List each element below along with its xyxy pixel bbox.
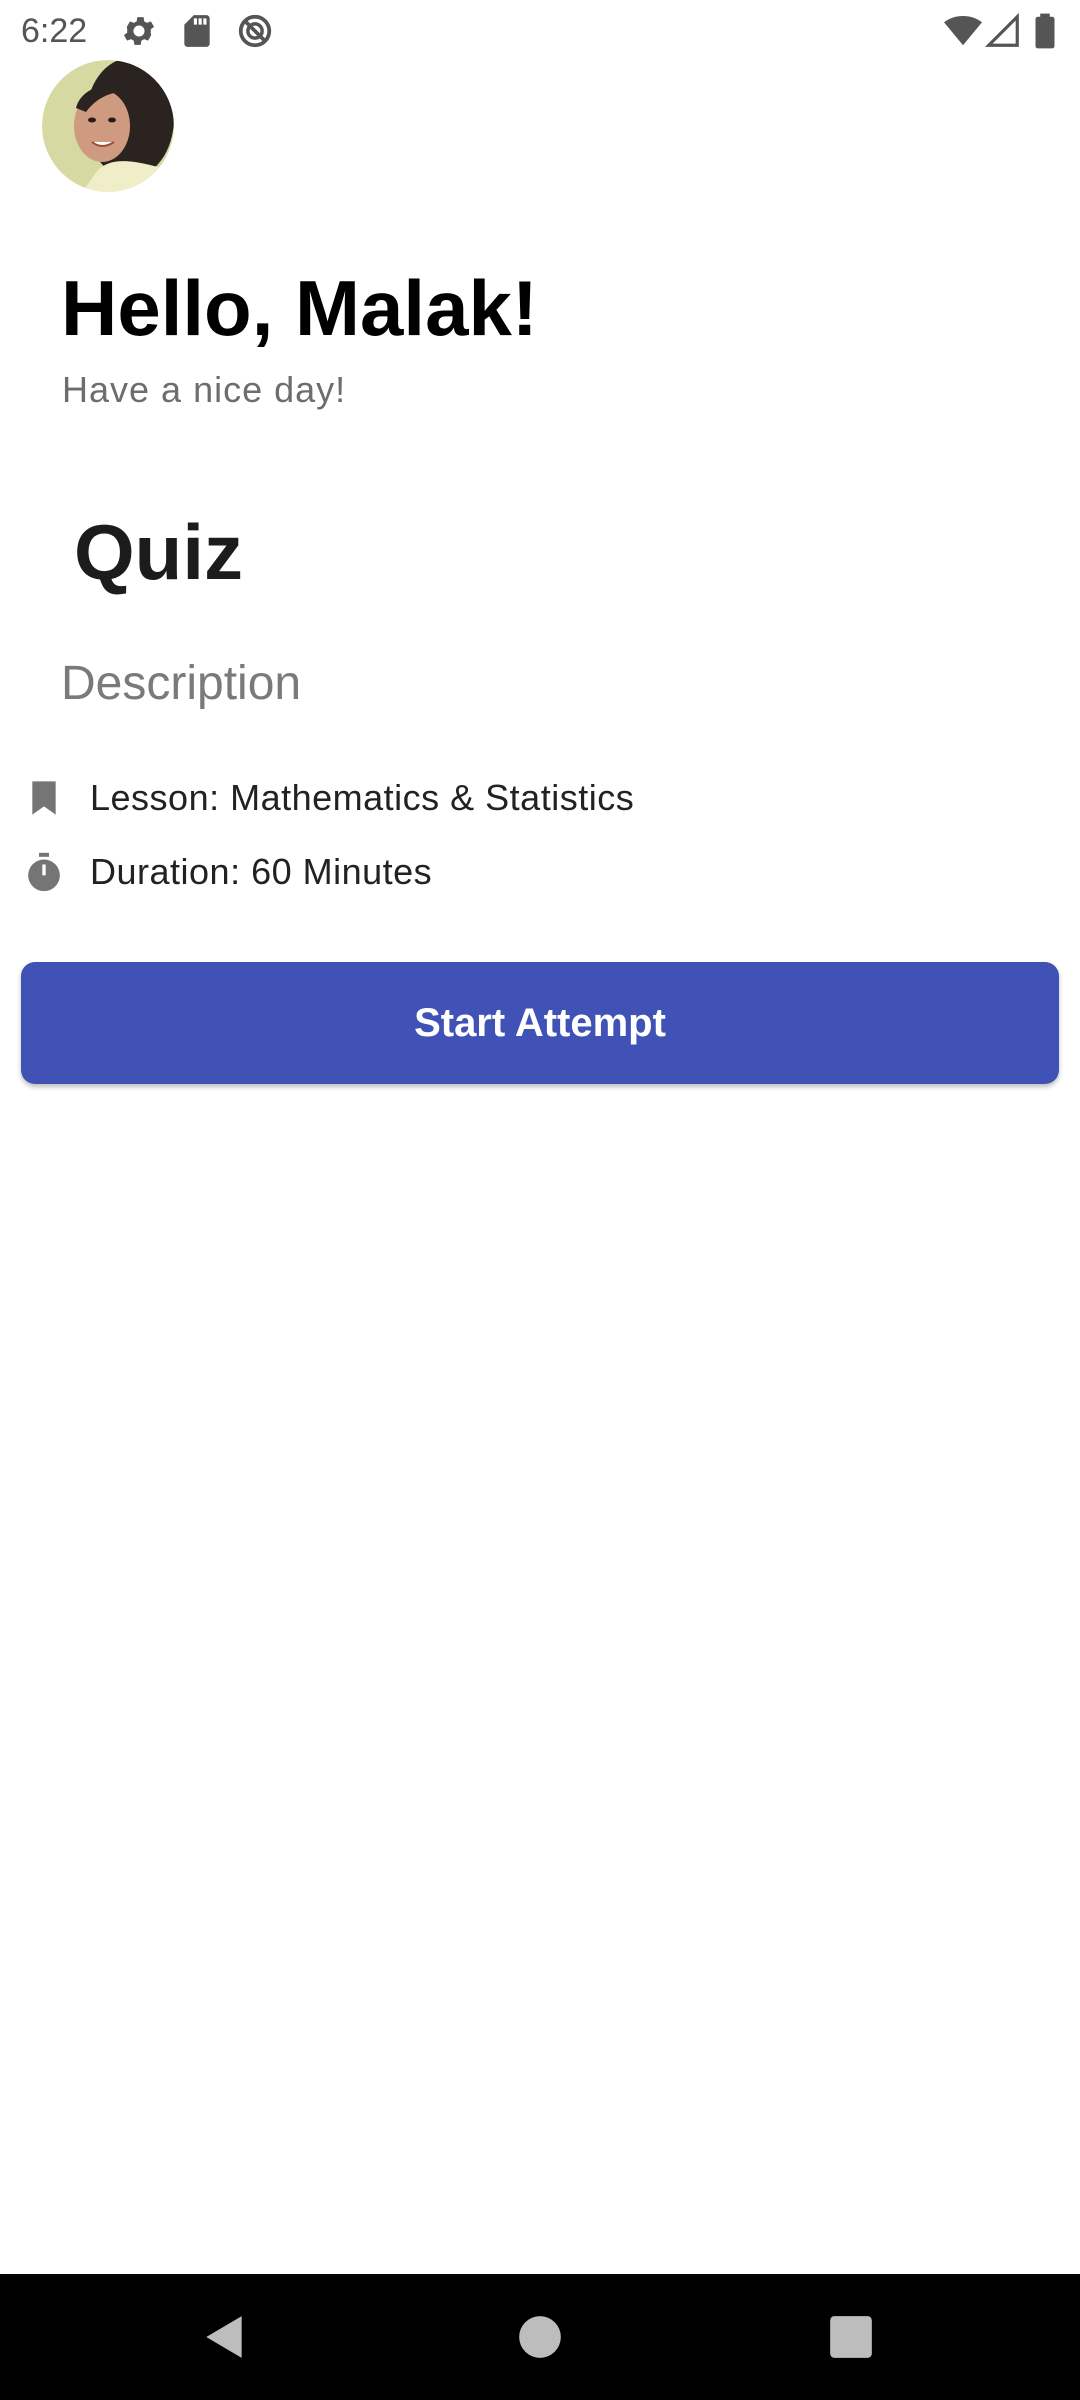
navigation-bar — [0, 2274, 1080, 2400]
home-icon[interactable] — [515, 2312, 565, 2362]
status-bar: 6:22 — [0, 0, 1080, 62]
duration-label: Duration: 60 Minutes — [90, 851, 433, 892]
avatar[interactable] — [42, 60, 174, 192]
lesson-row: Lesson: Mathematics & Statistics — [24, 770, 634, 826]
greeting-title: Hello, Malak! — [61, 264, 538, 352]
sd-card-icon — [178, 12, 216, 50]
no-disturb-icon — [236, 12, 274, 50]
bookmark-icon — [24, 778, 64, 818]
back-icon[interactable] — [200, 2312, 250, 2362]
battery-icon — [1030, 12, 1060, 50]
timer-icon — [24, 852, 64, 892]
start-attempt-button[interactable]: Start Attempt — [21, 962, 1059, 1084]
recents-icon[interactable] — [826, 2312, 876, 2362]
quiz-description: Description — [61, 657, 302, 710]
wifi-icon — [944, 12, 982, 50]
quiz-title: Quiz — [74, 508, 243, 596]
signal-icon — [984, 12, 1022, 50]
status-time: 6:22 — [21, 12, 88, 50]
lesson-label: Lesson: Mathematics & Statistics — [90, 777, 635, 818]
gear-icon — [120, 12, 158, 50]
screen: 6:22 Hello, Malak! Have a nice day! Quiz… — [0, 0, 1080, 2400]
greeting-subtitle: Have a nice day! — [62, 369, 347, 410]
duration-row: Duration: 60 Minutes — [24, 844, 432, 900]
